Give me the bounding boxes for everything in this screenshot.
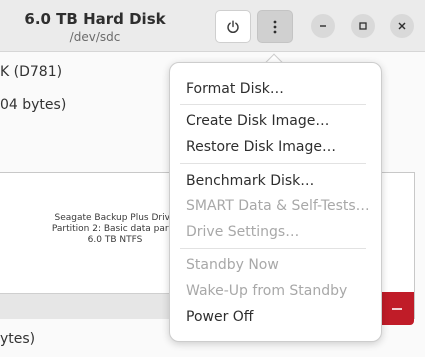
menu-separator: [180, 163, 366, 164]
header-bar: 6.0 TB Hard Disk /dev/sdc: [0, 0, 425, 52]
minimize-icon: [320, 25, 326, 27]
delete-partition-button[interactable]: [380, 292, 414, 325]
minimize-button[interactable]: [311, 14, 335, 38]
menu-item-restore-disk-image[interactable]: Restore Disk Image…: [186, 136, 336, 158]
menu-separator: [180, 248, 366, 249]
menu-item-drive-settings: Drive Settings…: [186, 224, 300, 240]
power-icon: [227, 20, 239, 33]
menu-item-format-disk[interactable]: Format Disk…: [186, 78, 284, 100]
disk-device-path: /dev/sdc: [69, 30, 121, 44]
minus-icon: [392, 307, 402, 310]
vertical-dots-icon: [273, 20, 277, 33]
maximize-icon: [359, 22, 367, 30]
menu-item-power-off[interactable]: Power Off: [186, 306, 253, 328]
close-icon: [398, 22, 406, 30]
disk-model-value: K (D781): [0, 64, 63, 80]
menu-item-smart-data: SMART Data & Self-Tests…: [186, 198, 370, 214]
close-button[interactable]: [390, 14, 414, 38]
maximize-button[interactable]: [351, 14, 375, 38]
disk-menu-button[interactable]: [257, 10, 293, 43]
disk-menu-popover: Format Disk… Create Disk Image… Restore …: [169, 62, 382, 342]
menu-separator: [180, 104, 366, 105]
disk-size-value: 04 bytes): [0, 97, 67, 113]
menu-item-standby-now: Standby Now: [186, 257, 279, 273]
disk-title: 6.0 TB Hard Disk: [24, 10, 166, 28]
menu-item-wake-up: Wake-Up from Standby: [186, 283, 348, 299]
menu-item-create-disk-image[interactable]: Create Disk Image…: [186, 110, 329, 132]
partition-size-value: ytes): [0, 331, 36, 347]
menu-item-benchmark-disk[interactable]: Benchmark Disk…: [186, 170, 314, 192]
power-off-button[interactable]: [215, 10, 251, 43]
